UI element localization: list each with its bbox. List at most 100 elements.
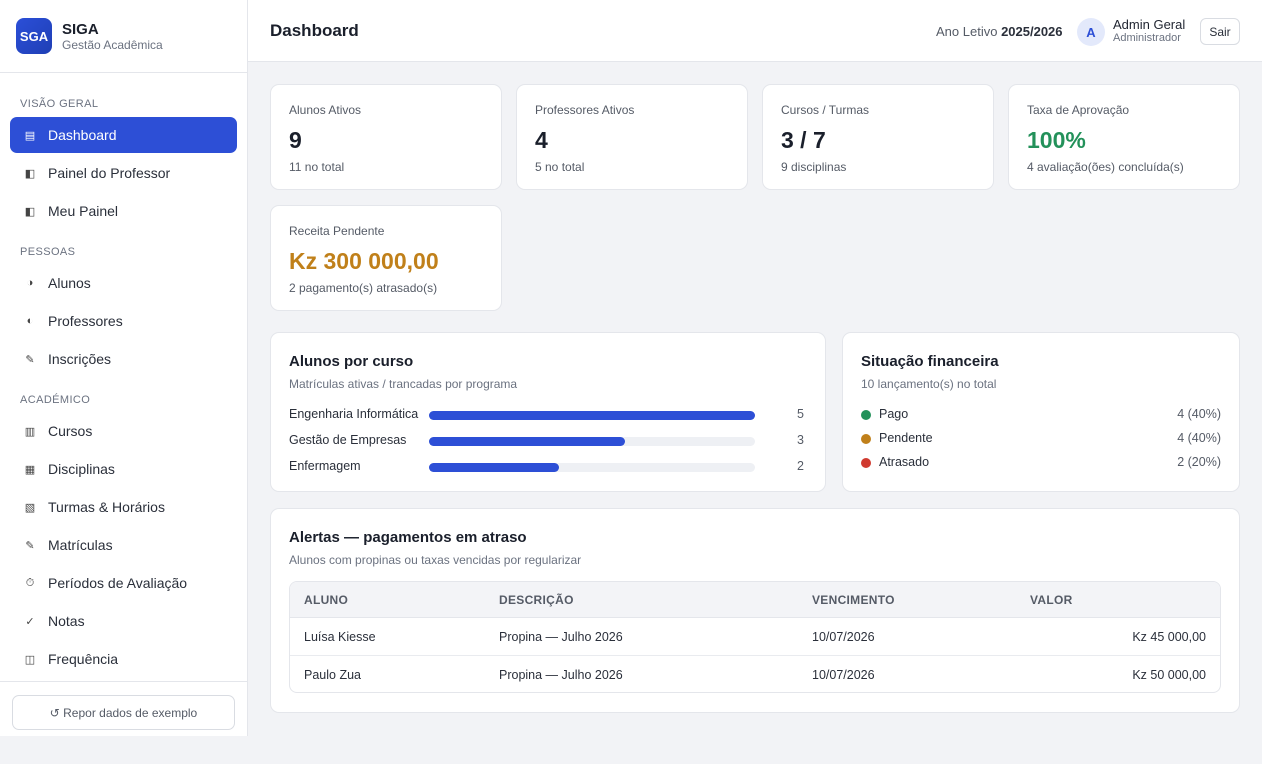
course-name: Engenharia Informática bbox=[289, 407, 419, 421]
sidebar-item-label: Turmas & Horários bbox=[48, 499, 165, 515]
sidebar-item-painel-professor[interactable]: ◧ Painel do Professor bbox=[10, 155, 237, 191]
sidebar-item-label: Matrículas bbox=[48, 537, 113, 553]
table-row[interactable]: Paulo Zua Propina — Julho 2026 10/07/202… bbox=[290, 656, 1220, 692]
stat-value: 9 bbox=[289, 127, 302, 153]
sidebar-item-inscricoes[interactable]: ✎ Inscrições bbox=[10, 341, 237, 377]
course-bar-row: Gestão de Empresas 3 bbox=[289, 432, 809, 450]
user-role: Administrador bbox=[1113, 32, 1181, 44]
stat-sub: 9 disciplinas bbox=[781, 160, 847, 174]
cell-vencimento: 10/07/2026 bbox=[812, 630, 875, 644]
stat-value: Kz 300 000,00 bbox=[289, 248, 439, 274]
check-icon: ✓ bbox=[25, 615, 35, 628]
sidebar-item-periodos-avaliacao[interactable]: ⏱ Períodos de Avaliação bbox=[10, 565, 237, 601]
hatch-icon: ▧ bbox=[24, 501, 36, 514]
students-by-course-panel: Alunos por curso Matrículas ativas / tra… bbox=[270, 332, 826, 492]
sidebar-item-cursos[interactable]: ▥ Cursos bbox=[10, 413, 237, 449]
sidebar-item-label: Dashboard bbox=[48, 127, 117, 143]
panel-subtitle: Alunos com propinas ou taxas vencidas po… bbox=[289, 553, 582, 567]
stat-label: Receita Pendente bbox=[289, 224, 385, 238]
cell-aluno: Paulo Zua bbox=[304, 668, 361, 682]
table-header: ALUNO DESCRIÇÃO VENCIMENTO VALOR bbox=[290, 582, 1220, 618]
sidebar-item-notas[interactable]: ✓ Notas bbox=[10, 603, 237, 639]
sidebar-item-professores[interactable]: ◐ Professores bbox=[10, 303, 237, 339]
academic-year-value: 2025/2026 bbox=[1001, 24, 1063, 39]
topbar: Dashboard Ano Letivo 2025/2026 A Admin G… bbox=[248, 0, 1262, 62]
stat-value: 4 bbox=[535, 127, 548, 153]
cell-descricao: Propina — Julho 2026 bbox=[499, 630, 623, 644]
sidebar-item-matriculas[interactable]: ✎ Matrículas bbox=[10, 527, 237, 563]
finance-status: Atrasado bbox=[879, 455, 930, 469]
column-header-valor[interactable]: VALOR bbox=[1030, 593, 1073, 607]
sidebar-item-turmas-horarios[interactable]: ▧ Turmas & Horários bbox=[10, 489, 237, 525]
academic-year-label: Ano Letivo bbox=[936, 24, 998, 39]
stat-value: 3 / 7 bbox=[781, 127, 826, 153]
overdue-payments-panel: Alertas — pagamentos em atraso Alunos co… bbox=[270, 508, 1240, 713]
finance-status: Pendente bbox=[879, 431, 933, 445]
stat-card-cursos-turmas: Cursos / Turmas 3 / 7 9 disciplinas bbox=[762, 84, 994, 190]
grid-icon: ▦ bbox=[24, 463, 36, 476]
stat-card-receita-pendente: Receita Pendente Kz 300 000,00 2 pagamen… bbox=[270, 205, 502, 311]
sidebar-item-disciplinas[interactable]: ▦ Disciplinas bbox=[10, 451, 237, 487]
user-name: Admin Geral bbox=[1113, 17, 1186, 32]
bar-track bbox=[429, 463, 755, 472]
course-name: Gestão de Empresas bbox=[289, 433, 407, 447]
logout-button[interactable]: Sair bbox=[1200, 18, 1240, 45]
bar-fill bbox=[429, 411, 755, 420]
half-circle-icon: ◑ bbox=[26, 277, 34, 289]
sidebar-item-meu-painel[interactable]: ◧ Meu Painel bbox=[10, 193, 237, 229]
panel-icon: ◧ bbox=[24, 205, 36, 218]
stat-card-professores-ativos: Professores Ativos 4 5 no total bbox=[516, 84, 748, 190]
sidebar-item-label: Alunos bbox=[48, 275, 91, 291]
sidebar-item-label: Disciplinas bbox=[48, 461, 115, 477]
cell-aluno: Luísa Kiesse bbox=[304, 630, 376, 644]
stat-value: 100% bbox=[1027, 127, 1086, 153]
stat-sub: 11 no total bbox=[289, 160, 345, 174]
list-icon: ▤ bbox=[24, 129, 36, 142]
sidebar: SGA SIGA Gestão Acadêmica VISÃO GERAL ▤ … bbox=[0, 0, 248, 736]
panel-title: Alunos por curso bbox=[289, 353, 414, 370]
bar-track bbox=[429, 411, 755, 420]
brand-subtitle: Gestão Acadêmica bbox=[62, 37, 163, 52]
section-label-visao-geral: VISÃO GERAL bbox=[20, 98, 99, 110]
stat-card-alunos-ativos: Alunos Ativos 9 11 no total bbox=[270, 84, 502, 190]
bar-track bbox=[429, 437, 755, 446]
column-header-vencimento[interactable]: VENCIMENTO bbox=[812, 593, 895, 607]
course-count: 3 bbox=[797, 433, 804, 447]
bar-fill bbox=[429, 437, 625, 446]
column-header-aluno[interactable]: ALUNO bbox=[304, 593, 348, 607]
sidebar-item-label: Frequência bbox=[48, 651, 119, 667]
columns-icon: ◫ bbox=[24, 653, 36, 666]
finance-status: Pago bbox=[879, 407, 909, 421]
column-header-descricao[interactable]: DESCRIÇÃO bbox=[499, 593, 574, 607]
brand-logo[interactable]: SGA bbox=[16, 18, 52, 54]
pencil-icon: ✎ bbox=[25, 539, 35, 552]
page-title: Dashboard bbox=[270, 21, 359, 40]
sidebar-item-frequencia[interactable]: ◫ Frequência bbox=[10, 641, 237, 677]
cell-descricao: Propina — Julho 2026 bbox=[499, 668, 623, 682]
sidebar-item-label: Inscrições bbox=[48, 351, 112, 367]
sidebar-item-label: Meu Painel bbox=[48, 203, 119, 219]
sidebar-item-dashboard[interactable]: ▤ Dashboard bbox=[10, 117, 237, 153]
panel-subtitle: 10 lançamento(s) no total bbox=[861, 377, 997, 391]
sidebar-item-label: Cursos bbox=[48, 423, 93, 439]
cell-valor: Kz 45 000,00 bbox=[1132, 630, 1206, 644]
brand-name: SIGA bbox=[62, 20, 99, 38]
sidebar-item-label: Notas bbox=[48, 613, 85, 629]
brand: SGA SIGA Gestão Acadêmica bbox=[0, 0, 247, 73]
panel-subtitle: Matrículas ativas / trancadas por progra… bbox=[289, 377, 518, 391]
status-dot bbox=[861, 434, 871, 444]
table-row[interactable]: Luísa Kiesse Propina — Julho 2026 10/07/… bbox=[290, 618, 1220, 656]
course-bar-row: Engenharia Informática 5 bbox=[289, 406, 809, 424]
reset-sample-data-button[interactable]: ↺ Repor dados de exemplo bbox=[12, 695, 235, 730]
avatar[interactable]: A bbox=[1077, 18, 1105, 46]
status-dot bbox=[861, 458, 871, 468]
columns-icon: ▥ bbox=[24, 425, 36, 438]
sidebar-item-alunos[interactable]: ◑ Alunos bbox=[10, 265, 237, 301]
finance-count: 4 (40%) bbox=[1177, 431, 1221, 445]
overdue-table: ALUNO DESCRIÇÃO VENCIMENTO VALOR Luísa K… bbox=[289, 581, 1221, 693]
half-circle-icon: ◐ bbox=[26, 315, 34, 327]
sidebar-item-label: Painel do Professor bbox=[48, 165, 171, 181]
timer-icon: ⏱ bbox=[25, 576, 35, 589]
stat-label: Taxa de Aprovação bbox=[1027, 103, 1130, 117]
sidebar-item-label: Professores bbox=[48, 313, 123, 329]
